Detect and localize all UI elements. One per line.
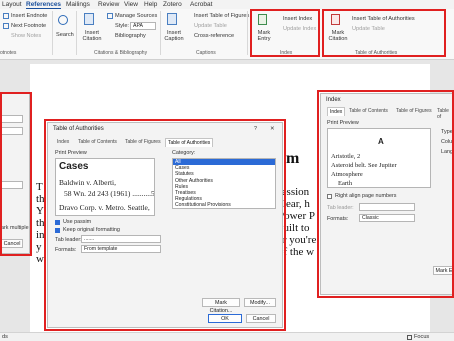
captions-group-label: Captions xyxy=(196,50,216,56)
doc-left-line: T xyxy=(36,181,43,193)
index-group-label: Index xyxy=(280,50,293,56)
insert-table-of-figures-button[interactable]: Insert Table of Figures xyxy=(194,13,249,19)
document-heading: m xyxy=(286,150,300,167)
search-button[interactable]: Search xyxy=(56,32,74,38)
search-icon xyxy=(58,15,68,25)
toa-dialog-highlight xyxy=(44,119,286,331)
ribbon: Insert Endnote Next Footnote Show Notes … xyxy=(0,9,454,60)
insert-index-button[interactable]: Insert Index xyxy=(283,16,312,22)
focus-icon xyxy=(407,335,412,340)
insert-citation-icon xyxy=(84,13,94,25)
insert-caption-button[interactable]: Insert Caption xyxy=(162,30,186,42)
toa-group-label: Table of Authorities xyxy=(355,50,398,56)
status-text: ds xyxy=(2,334,8,340)
tab-review[interactable]: Review xyxy=(98,1,119,8)
update-toa-button[interactable]: Update Table xyxy=(352,26,385,32)
manage-sources-button[interactable]: Manage Sources xyxy=(115,13,157,19)
status-bar: ds Focus xyxy=(0,332,454,341)
left-dialog-highlight xyxy=(0,92,32,256)
show-notes-button[interactable]: Show Notes xyxy=(11,33,41,39)
style-select[interactable]: APA xyxy=(130,22,156,30)
ribbon-tab-bar: Layout References Mailings Review View H… xyxy=(0,0,454,9)
tab-layout[interactable]: Layout xyxy=(2,1,22,8)
tab-acrobat[interactable]: Acrobat xyxy=(190,1,212,8)
manage-sources-icon xyxy=(107,13,113,19)
tab-mailings[interactable]: Mailings xyxy=(66,1,90,8)
insert-endnote-icon xyxy=(3,13,9,19)
doc-left-line: y xyxy=(36,241,42,253)
update-index-button[interactable]: Update Index xyxy=(283,26,316,32)
tab-zotero[interactable]: Zotero xyxy=(163,1,182,8)
mark-citation-button[interactable]: Mark Citation xyxy=(326,30,350,42)
mark-citation-icon xyxy=(331,14,340,25)
doc-left-line: w xyxy=(36,253,44,265)
mark-entry-button[interactable]: Mark Entry xyxy=(254,30,274,42)
next-footnote-icon xyxy=(3,23,9,29)
citations-group-label: Citations & Bibliography xyxy=(94,50,148,56)
index-dialog-highlight xyxy=(317,90,454,298)
tab-help[interactable]: Help xyxy=(144,1,157,8)
tab-view[interactable]: View xyxy=(124,1,138,8)
insert-endnote-button[interactable]: Insert Endnote xyxy=(11,13,47,19)
insert-citation-button[interactable]: Insert Citation xyxy=(80,30,104,42)
insert-caption-icon xyxy=(167,13,177,25)
next-footnote-button[interactable]: Next Footnote xyxy=(11,23,46,29)
tab-references[interactable]: References xyxy=(26,1,62,9)
focus-button[interactable]: Focus xyxy=(414,334,429,340)
cross-reference-button[interactable]: Cross-reference xyxy=(194,33,234,39)
doc-left-line: Y xyxy=(36,205,44,217)
mark-entry-icon xyxy=(258,14,267,25)
update-table-figures-button[interactable]: Update Table xyxy=(194,23,227,29)
bibliography-button[interactable]: Bibliography xyxy=(115,33,146,39)
style-label: Style: xyxy=(115,23,129,29)
footnotes-group-label: otnotes xyxy=(0,50,17,56)
insert-table-of-authorities-button[interactable]: Insert Table of Authorities xyxy=(352,16,415,22)
